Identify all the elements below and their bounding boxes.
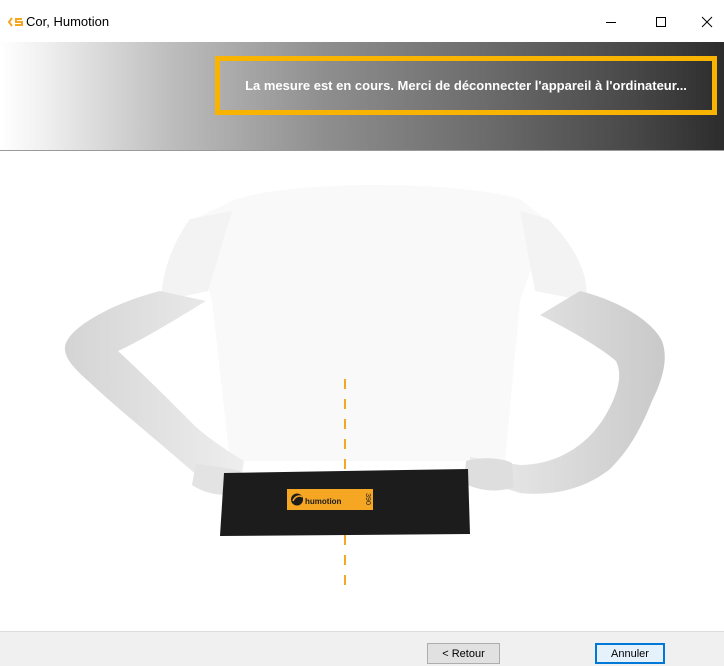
- right-hand: [464, 458, 514, 491]
- title-bar[interactable]: Cor, Humotion: [0, 0, 724, 42]
- status-message-box: La mesure est en cours. Merci de déconne…: [215, 56, 717, 115]
- minimize-button[interactable]: [596, 10, 626, 34]
- back-button[interactable]: < Retour: [427, 643, 500, 664]
- minimize-icon: [606, 22, 616, 23]
- torso-shape: [190, 184, 548, 461]
- belt-brand-text: humotion: [305, 497, 342, 506]
- app-window: Cor, Humotion La mesure est en cours. Me…: [0, 0, 724, 666]
- belt-placement-illustration: humotion 390: [64, 184, 665, 591]
- maximize-button[interactable]: [646, 10, 676, 34]
- window-title: Cor, Humotion: [26, 14, 110, 29]
- shirt-sleeve-right: [520, 211, 587, 301]
- footer-bar: < Retour Annuler: [0, 631, 724, 666]
- cor-app-icon: [8, 17, 23, 27]
- maximize-icon: [656, 17, 666, 27]
- cancel-button[interactable]: Annuler: [595, 643, 665, 664]
- belt-code-text: 390: [364, 493, 371, 505]
- humotion-logo-icon: [291, 493, 303, 506]
- status-message: La mesure est en cours. Merci de déconne…: [245, 78, 687, 93]
- close-icon: [701, 16, 713, 28]
- close-button[interactable]: [692, 10, 722, 34]
